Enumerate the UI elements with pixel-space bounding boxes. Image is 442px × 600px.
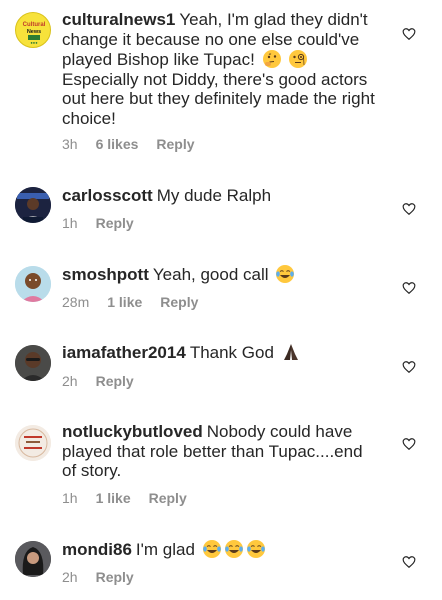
comment-time: 28m [62, 294, 90, 310]
profile-photo-icon [15, 541, 51, 577]
folded-hands-emoji-icon [283, 344, 298, 360]
heart-icon[interactable] [402, 360, 416, 374]
comment-meta: 1h Reply [62, 215, 152, 231]
comment-meta: 3h 6 likes Reply [62, 136, 213, 152]
svg-text:News: News [27, 29, 41, 35]
heart-icon[interactable] [402, 202, 416, 216]
avatar[interactable] [15, 345, 51, 381]
tears-of-joy-emoji-icon [202, 540, 221, 558]
comment-meta: 2h Reply [62, 373, 152, 389]
comment-username[interactable]: carlosscott [62, 186, 153, 205]
comment-username[interactable]: mondi86 [62, 540, 132, 559]
face-with-monocle-emoji-icon [289, 50, 308, 68]
profile-photo-icon [15, 345, 51, 381]
comment-username[interactable]: iamafather2014 [62, 343, 186, 362]
comment-text: notluckybutloved Nobody could have played… [62, 422, 380, 481]
comment-text: culturalnews1 Yeah, I'm glad they didn't … [62, 10, 380, 128]
comment-message: I'm glad [135, 540, 195, 559]
reply-button[interactable]: Reply [96, 215, 134, 231]
likes-count-link[interactable]: 6 likes [96, 136, 139, 152]
comment-time: 3h [62, 136, 78, 152]
avatar[interactable] [15, 425, 51, 461]
likes-count-link[interactable]: 1 like [107, 294, 142, 310]
svg-text:●●●: ●●● [30, 40, 38, 45]
comment-time: 1h [62, 490, 78, 506]
comment-message-continued: Especially not Diddy, there's good actor… [62, 69, 375, 128]
comment-time: 2h [62, 373, 78, 389]
heart-icon[interactable] [402, 437, 416, 451]
comment-meta: 2h Reply [62, 569, 152, 585]
avatar[interactable]: Cultural News ●●● [15, 12, 51, 48]
comment-message: Thank God [189, 343, 274, 362]
thinking-face-emoji-icon [262, 50, 281, 68]
heart-icon[interactable] [402, 27, 416, 41]
reply-button[interactable]: Reply [156, 136, 194, 152]
reply-button[interactable]: Reply [96, 373, 134, 389]
cultural-news-logo-icon: Cultural News ●●● [23, 22, 46, 45]
comment-time: 1h [62, 215, 78, 231]
tears-of-joy-emoji-icon [246, 540, 265, 558]
profile-photo-icon [15, 425, 51, 461]
heart-icon[interactable] [402, 555, 416, 569]
reply-button[interactable]: Reply [160, 294, 198, 310]
avatar[interactable] [15, 187, 51, 223]
comment-message: My dude Ralph [156, 186, 272, 205]
comment-username[interactable]: notluckybutloved [62, 422, 203, 441]
svg-text:Cultural: Cultural [23, 22, 46, 28]
heart-icon[interactable] [402, 281, 416, 295]
comment-meta: 1h 1 like Reply [62, 490, 205, 506]
tears-of-joy-emoji-icon [276, 265, 295, 283]
avatar[interactable] [15, 541, 51, 577]
comment-text: carlosscott My dude Ralph [62, 186, 380, 206]
avatar[interactable] [15, 266, 51, 302]
comment-username[interactable]: culturalnews1 [62, 10, 175, 29]
reply-button[interactable]: Reply [149, 490, 187, 506]
comment-meta: 28m 1 like Reply [62, 294, 216, 310]
likes-count-link[interactable]: 1 like [96, 490, 131, 506]
tears-of-joy-emoji-icon [224, 540, 243, 558]
reply-button[interactable]: Reply [96, 569, 134, 585]
profile-photo-icon [15, 187, 51, 223]
comment-message: Yeah, good call [152, 265, 269, 284]
comment-text: mondi86 I'm glad [62, 539, 380, 560]
comment-text: smoshpott Yeah, good call [62, 264, 380, 285]
comment-username[interactable]: smoshpott [62, 265, 149, 284]
comment-text: iamafather2014 Thank God [62, 342, 380, 363]
comment-time: 2h [62, 569, 78, 585]
profile-photo-icon [15, 266, 51, 302]
